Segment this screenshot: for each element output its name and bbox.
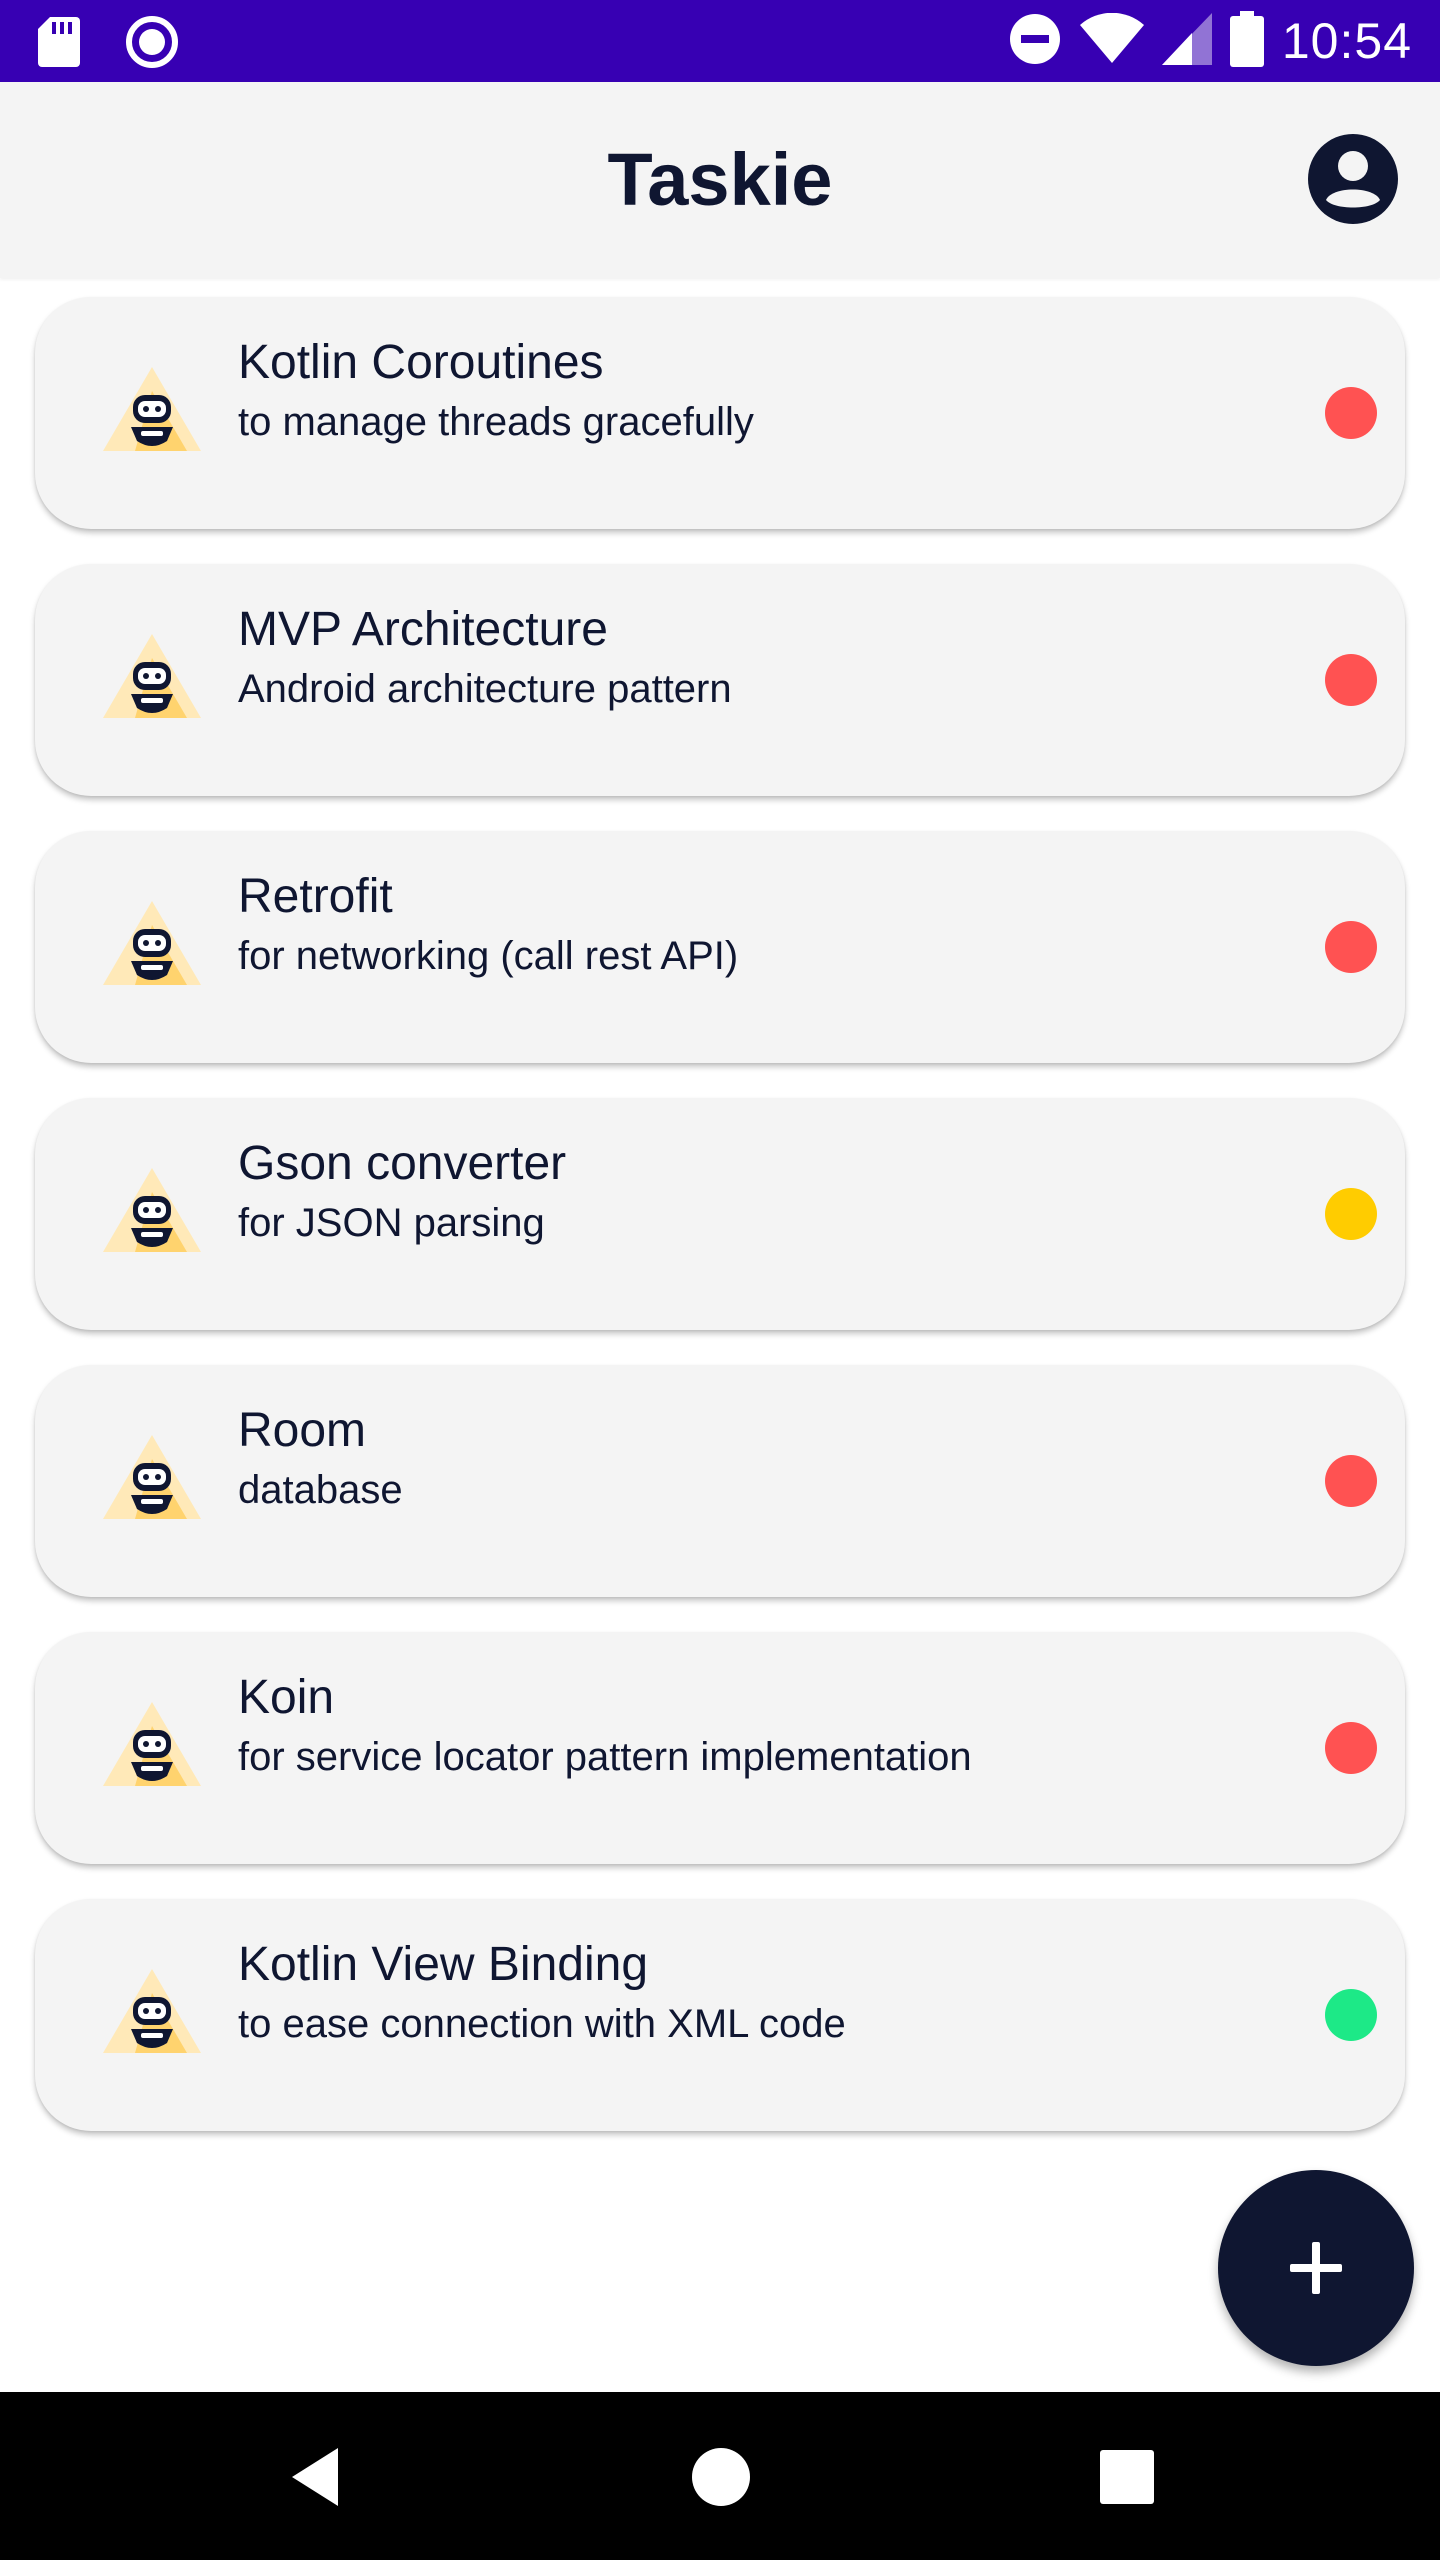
home-icon xyxy=(692,2448,750,2506)
home-button[interactable] xyxy=(688,2444,754,2510)
task-description: for service locator pattern implementati… xyxy=(238,1735,972,1779)
robot-task-icon xyxy=(97,626,207,736)
priority-indicator xyxy=(1325,387,1377,439)
task-description: for JSON parsing xyxy=(238,1201,545,1245)
add-task-button[interactable] xyxy=(1218,2170,1414,2366)
task-card[interactable]: Retrofit for networking (call rest API) xyxy=(35,831,1405,1063)
priority-indicator xyxy=(1325,1989,1377,2041)
task-card[interactable]: Room database xyxy=(35,1365,1405,1597)
robot-task-icon xyxy=(97,359,207,469)
robot-task-icon xyxy=(97,1694,207,1804)
task-description: to manage threads gracefully xyxy=(238,400,754,444)
signal-icon xyxy=(1161,12,1212,70)
recents-button[interactable] xyxy=(1094,2444,1160,2510)
robot-task-icon xyxy=(97,1961,207,2071)
priority-indicator xyxy=(1325,921,1377,973)
task-description: to ease connection with XML code xyxy=(238,2002,846,2046)
task-card[interactable]: Koin for service locator pattern impleme… xyxy=(35,1632,1405,1864)
wifi-icon xyxy=(1079,12,1144,70)
status-time: 10:54 xyxy=(1281,13,1412,69)
profile-button[interactable] xyxy=(1308,134,1398,224)
battery-icon xyxy=(1229,10,1264,72)
status-right-icons: 10:54 xyxy=(1008,10,1412,72)
back-icon xyxy=(292,2448,338,2506)
task-title: Koin xyxy=(238,1671,335,1724)
task-card[interactable]: Kotlin View Binding to ease connection w… xyxy=(35,1899,1405,2131)
priority-indicator xyxy=(1325,1722,1377,1774)
sd-card-icon xyxy=(38,17,80,72)
status-left-icons xyxy=(38,16,178,73)
robot-task-icon xyxy=(97,893,207,1003)
task-description: database xyxy=(238,1468,403,1512)
navigation-bar xyxy=(0,2392,1440,2560)
robot-task-icon xyxy=(97,1427,207,1537)
app-title: Taskie xyxy=(607,138,833,221)
back-button[interactable] xyxy=(284,2444,350,2510)
priority-indicator xyxy=(1325,1455,1377,1507)
task-card[interactable]: Gson converter for JSON parsing xyxy=(35,1098,1405,1330)
recents-icon xyxy=(1100,2450,1154,2504)
task-title: Retrofit xyxy=(238,870,393,923)
app-bar: Taskie xyxy=(0,82,1440,278)
priority-indicator xyxy=(1325,654,1377,706)
task-description: Android architecture pattern xyxy=(238,667,732,711)
record-icon xyxy=(126,16,178,73)
status-bar: 10:54 xyxy=(0,0,1440,82)
task-title: Kotlin Coroutines xyxy=(238,336,604,389)
task-card[interactable]: MVP Architecture Android architecture pa… xyxy=(35,564,1405,796)
priority-indicator xyxy=(1325,1188,1377,1240)
task-title: Room xyxy=(238,1404,367,1457)
robot-task-icon xyxy=(97,1160,207,1270)
do-not-disturb-icon xyxy=(1008,12,1062,71)
add-icon xyxy=(1290,2242,1342,2294)
task-title: Kotlin View Binding xyxy=(238,1938,649,1991)
task-card[interactable]: Kotlin Coroutines to manage threads grac… xyxy=(35,297,1405,529)
task-description: for networking (call rest API) xyxy=(238,934,739,978)
task-title: Gson converter xyxy=(238,1137,567,1190)
task-title: MVP Architecture xyxy=(238,603,608,656)
account-circle-icon xyxy=(1308,134,1398,224)
